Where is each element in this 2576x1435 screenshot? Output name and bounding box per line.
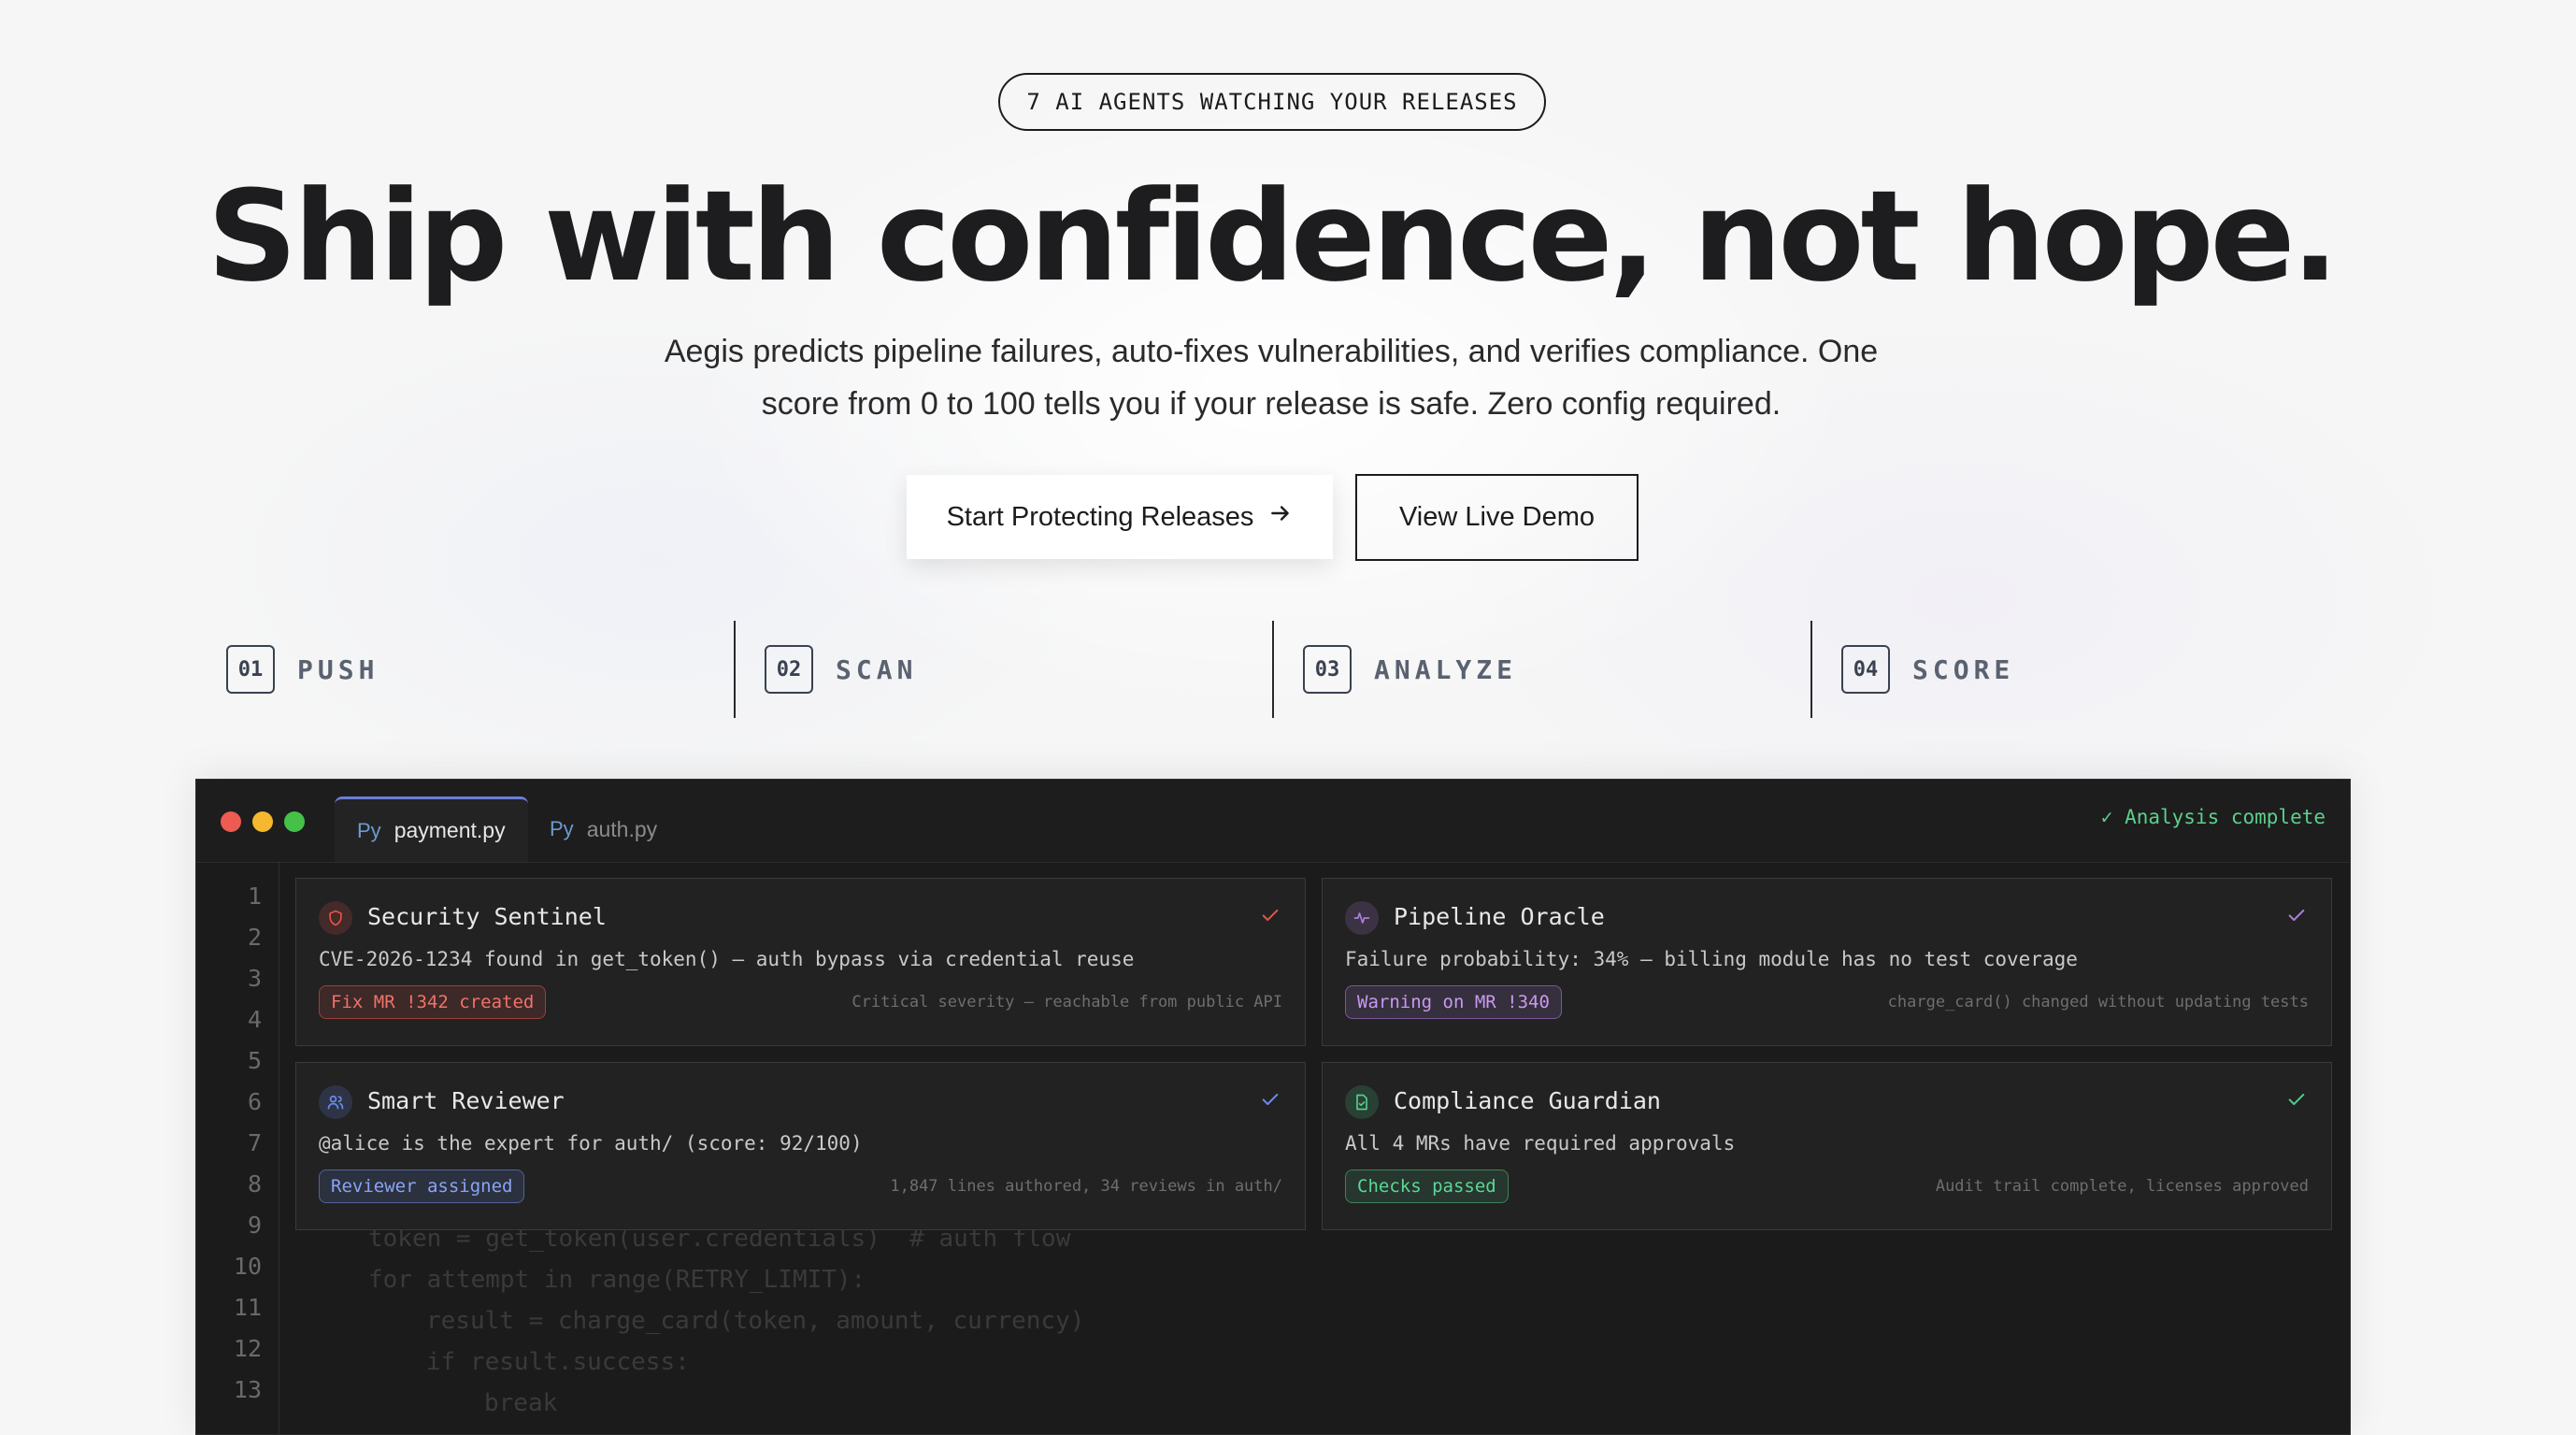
line-number: 9: [247, 1212, 262, 1239]
smart-reviewer-card[interactable]: Smart Reviewer @alice is the expert for …: [295, 1062, 1306, 1230]
card-title: Smart Reviewer: [367, 1087, 565, 1114]
card-description: @alice is the expert for auth/ (score: 9…: [319, 1132, 863, 1155]
card-description: All 4 MRs have required approvals: [1345, 1132, 1736, 1155]
card-note: 1,847 lines authored, 34 reviews in auth…: [890, 1177, 1282, 1196]
line-number: 8: [247, 1170, 262, 1198]
tab-payment-py[interactable]: Py payment.py: [335, 796, 528, 862]
card-description: CVE-2026-1234 found in get_token() — aut…: [319, 948, 1135, 970]
hero-subtitle-line-2: score from 0 to 100 tells you if your re…: [761, 386, 1782, 422]
security-sentinel-card[interactable]: Security Sentinel CVE-2026-1234 found in…: [295, 878, 1306, 1046]
line-number: 13: [233, 1376, 262, 1403]
tab-label: auth.py: [586, 816, 658, 841]
tab-label: payment.py: [394, 818, 506, 842]
card-note: Audit trail complete, licenses approved: [1935, 1177, 2309, 1196]
close-window-dot[interactable]: [221, 811, 241, 832]
step-label: PUSH: [297, 653, 379, 685]
hero-title: Ship with confidence, not hope.: [207, 164, 2340, 309]
start-protecting-label: Start Protecting Releases: [946, 501, 1254, 532]
step-divider: [1272, 621, 1274, 718]
document-check-icon: [1345, 1085, 1379, 1119]
arrow-right-icon: [1268, 501, 1293, 533]
step-number: 03: [1303, 645, 1352, 694]
editor-titlebar: Py payment.py Py auth.py ✓ Analysis comp…: [196, 780, 2350, 863]
line-number: 5: [247, 1047, 262, 1074]
tab-auth-py[interactable]: Py auth.py: [527, 796, 680, 862]
warning-mr-badge[interactable]: Warning on MR !340: [1345, 985, 1562, 1019]
minimize-window-dot[interactable]: [252, 811, 273, 832]
card-title: Security Sentinel: [367, 903, 607, 930]
step-label: SCAN: [836, 653, 918, 685]
step-divider: [1810, 621, 1812, 718]
shield-icon: [319, 901, 352, 935]
line-number: 10: [233, 1253, 262, 1280]
pipeline-oracle-card[interactable]: Pipeline Oracle Failure probability: 34%…: [1322, 878, 2332, 1046]
step-label: SCORE: [1912, 653, 2015, 685]
line-number: 11: [233, 1294, 262, 1321]
step-push: 01 PUSH: [226, 621, 379, 718]
line-number-gutter: 1 2 3 4 5 6 7 8 9 10 11 12 13: [196, 862, 279, 1434]
code-line-10: for attempt in range(RETRY_LIMIT):: [368, 1266, 866, 1294]
activity-icon: [1345, 901, 1379, 935]
users-icon: [319, 1085, 352, 1119]
process-steps: 01 PUSH 02 SCAN 03 ANALYZE 04 SCORE: [221, 621, 2374, 718]
line-number: 6: [247, 1088, 262, 1115]
compliance-guardian-card[interactable]: Compliance Guardian All 4 MRs have requi…: [1322, 1062, 2332, 1230]
step-divider: [734, 621, 736, 718]
step-number: 04: [1841, 645, 1890, 694]
check-icon: [1260, 1089, 1281, 1114]
check-icon: [1260, 905, 1281, 930]
check-icon: [2286, 905, 2307, 930]
fix-mr-badge[interactable]: Fix MR !342 created: [319, 985, 547, 1019]
code-editor-window: Py payment.py Py auth.py ✓ Analysis comp…: [195, 779, 2351, 1435]
card-note: charge_card() changed without updating t…: [1887, 993, 2309, 1012]
agents-pill-badge: 7 AI AGENTS WATCHING YOUR RELEASES: [998, 73, 1546, 131]
view-live-demo-button[interactable]: View Live Demo: [1355, 474, 1639, 561]
maximize-window-dot[interactable]: [284, 811, 305, 832]
checks-passed-badge[interactable]: Checks passed: [1345, 1170, 1509, 1203]
card-title: Compliance Guardian: [1394, 1087, 1661, 1114]
hero-subtitle-line-1: Aegis predicts pipeline failures, auto-f…: [664, 334, 1879, 369]
line-number: 2: [247, 924, 262, 951]
python-file-icon: Py: [357, 818, 381, 842]
card-description: Failure probability: 34% — billing modul…: [1345, 948, 2078, 970]
reviewer-assigned-badge[interactable]: Reviewer assigned: [319, 1170, 525, 1203]
code-line-11: result = charge_card(token, amount, curr…: [426, 1307, 1085, 1335]
hero-subtitle: Aegis predicts pipeline failures, auto-f…: [654, 325, 1888, 430]
line-number: 1: [247, 883, 262, 910]
step-label: ANALYZE: [1374, 653, 1518, 685]
step-number: 02: [765, 645, 813, 694]
step-scan: 02 SCAN: [765, 621, 917, 718]
card-note: Critical severity — reachable from publi…: [852, 993, 1282, 1012]
step-score: 04 SCORE: [1841, 621, 2014, 718]
python-file-icon: Py: [550, 817, 574, 840]
line-number: 7: [247, 1129, 262, 1156]
start-protecting-button[interactable]: Start Protecting Releases: [907, 475, 1333, 559]
code-line-13: break: [484, 1389, 558, 1417]
line-number: 12: [233, 1335, 262, 1362]
analysis-status: ✓ Analysis complete: [2100, 806, 2326, 828]
step-analyze: 03 ANALYZE: [1303, 621, 1517, 718]
line-number: 3: [247, 965, 262, 992]
step-number: 01: [226, 645, 275, 694]
card-title: Pipeline Oracle: [1394, 903, 1605, 930]
check-icon: [2286, 1089, 2307, 1114]
line-number: 4: [247, 1006, 262, 1033]
code-line-12: if result.success:: [426, 1348, 690, 1376]
